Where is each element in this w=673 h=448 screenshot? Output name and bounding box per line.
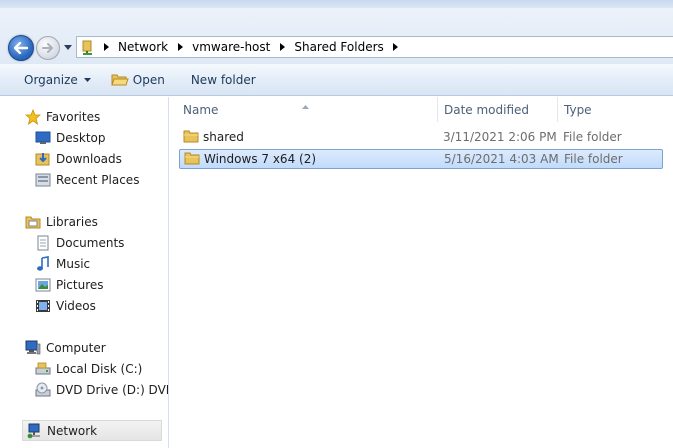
column-date-label: Date modified xyxy=(444,102,530,117)
libraries-icon xyxy=(24,213,42,231)
nav-dvd-drive-label: DVD Drive (D:) DVD_ xyxy=(56,382,168,397)
table-row[interactable]: Windows 7 x64 (2) 5/16/2021 4:03 AM File… xyxy=(179,149,663,169)
title-bar xyxy=(0,0,673,8)
network-folder-icon xyxy=(77,37,99,57)
star-icon xyxy=(24,108,42,126)
nav-local-disk[interactable]: Local Disk (C:) xyxy=(34,358,142,379)
breadcrumb-network[interactable]: Network xyxy=(113,37,173,57)
recent-places-icon xyxy=(34,171,52,189)
new-folder-label: New folder xyxy=(190,72,256,87)
chevron-down-icon xyxy=(83,77,91,82)
nav-videos-label: Videos xyxy=(56,298,96,313)
nav-network[interactable]: Network xyxy=(22,420,162,441)
chevron-down-icon xyxy=(64,44,72,50)
organize-button[interactable]: Organize xyxy=(16,68,99,92)
command-bar: Organize Open New folder xyxy=(0,64,673,96)
breadcrumb-chevron-icon[interactable] xyxy=(275,37,289,57)
computer-icon xyxy=(24,339,42,357)
address-bar[interactable]: Network vmware-host Shared Folders xyxy=(76,36,673,58)
desktop-icon xyxy=(34,129,52,147)
nav-downloads[interactable]: Downloads xyxy=(34,148,122,169)
breadcrumb-chevron-icon[interactable] xyxy=(173,37,187,57)
arrow-left-icon xyxy=(14,42,28,54)
folder-icon xyxy=(183,129,199,146)
nav-network-label: Network xyxy=(47,423,98,438)
nav-documents-label: Documents xyxy=(56,235,125,250)
open-button[interactable]: Open xyxy=(103,68,173,92)
nav-videos[interactable]: Videos xyxy=(34,295,96,316)
hard-drive-icon xyxy=(34,360,52,378)
breadcrumb-vmware-host[interactable]: vmware-host xyxy=(187,37,275,57)
file-list: Name Date modified Type shared 3/11/2021… xyxy=(169,97,673,448)
nav-recent-places-label: Recent Places xyxy=(56,172,140,187)
back-button[interactable] xyxy=(8,35,34,61)
nav-recent-places[interactable]: Recent Places xyxy=(34,169,139,190)
column-type-label: Type xyxy=(564,102,592,117)
breadcrumb-chevron-icon[interactable] xyxy=(99,37,113,57)
pictures-icon xyxy=(34,276,52,294)
nav-desktop-label: Desktop xyxy=(56,130,106,145)
nav-dvd-drive[interactable]: DVD Drive (D:) DVD_ xyxy=(34,379,168,400)
file-date-modified: 3/11/2021 2:06 PM xyxy=(443,130,557,144)
open-folder-icon xyxy=(111,73,129,87)
folder-icon xyxy=(184,151,200,168)
table-row[interactable]: shared 3/11/2021 2:06 PM File folder xyxy=(179,128,663,148)
file-name: Windows 7 x64 (2) xyxy=(204,152,317,166)
navigation-pane: Favorites Desktop Downloads Recent Place… xyxy=(0,97,168,448)
arrow-right-icon xyxy=(42,43,53,53)
nav-music-label: Music xyxy=(56,256,91,271)
column-header-date-modified[interactable]: Date modified xyxy=(438,97,557,122)
nav-pictures[interactable]: Pictures xyxy=(34,274,104,295)
column-header-type[interactable]: Type xyxy=(558,97,673,122)
downloads-icon xyxy=(34,150,52,168)
network-icon xyxy=(25,422,43,440)
nav-libraries[interactable]: Libraries xyxy=(24,211,98,232)
nav-local-disk-label: Local Disk (C:) xyxy=(56,361,143,376)
organize-label: Organize xyxy=(24,72,78,87)
new-folder-button[interactable]: New folder xyxy=(183,68,264,92)
nav-desktop[interactable]: Desktop xyxy=(34,127,106,148)
forward-button[interactable] xyxy=(36,36,60,60)
nav-favorites[interactable]: Favorites xyxy=(24,106,100,127)
open-label: Open xyxy=(132,72,165,87)
file-type: File folder xyxy=(563,130,622,144)
breadcrumb-chevron-icon[interactable] xyxy=(389,37,403,57)
column-name-label: Name xyxy=(183,102,219,117)
nav-computer-label: Computer xyxy=(46,340,106,355)
recent-pages-button[interactable] xyxy=(63,42,73,52)
documents-icon xyxy=(34,234,52,252)
file-name: shared xyxy=(203,130,244,144)
nav-computer[interactable]: Computer xyxy=(24,337,106,358)
nav-downloads-label: Downloads xyxy=(56,151,122,166)
nav-libraries-label: Libraries xyxy=(46,214,98,229)
nav-pictures-label: Pictures xyxy=(56,277,104,292)
nav-documents[interactable]: Documents xyxy=(34,232,124,253)
file-date-modified: 5/16/2021 4:03 AM xyxy=(444,152,559,166)
sort-ascending-icon xyxy=(302,98,309,112)
breadcrumb-shared-folders[interactable]: Shared Folders xyxy=(289,37,388,57)
nav-music[interactable]: Music xyxy=(34,253,90,274)
film-icon xyxy=(34,297,52,315)
nav-favorites-label: Favorites xyxy=(46,109,101,124)
file-type: File folder xyxy=(564,152,623,166)
dvd-drive-icon xyxy=(34,381,52,399)
music-icon xyxy=(34,255,52,273)
